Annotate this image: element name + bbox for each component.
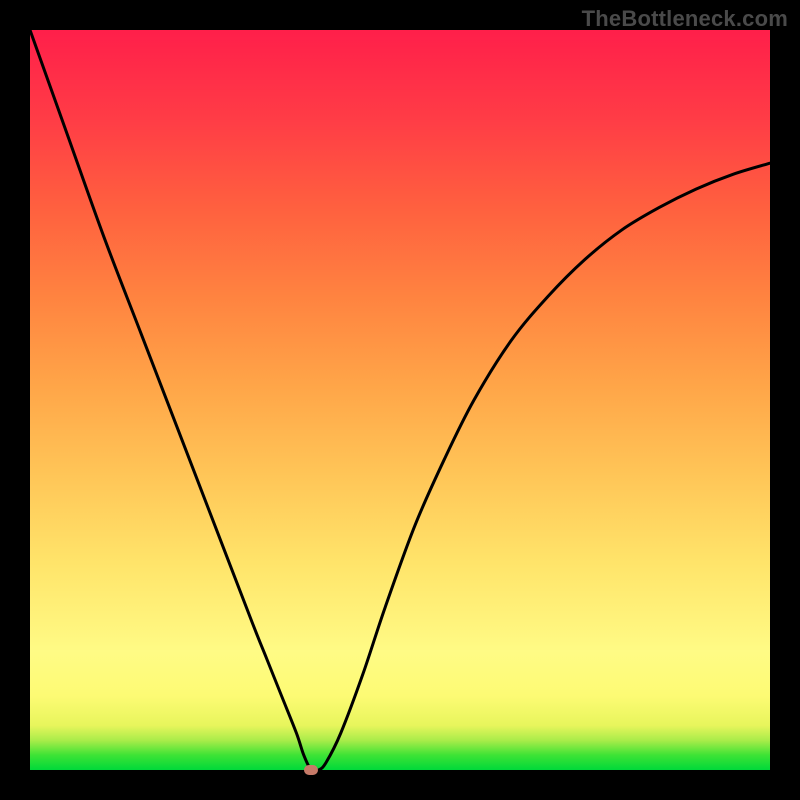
chart-frame: TheBottleneck.com <box>0 0 800 800</box>
bottleneck-curve <box>30 30 770 770</box>
minimum-marker <box>304 765 318 775</box>
plot-area <box>30 30 770 770</box>
watermark-text: TheBottleneck.com <box>582 6 788 32</box>
